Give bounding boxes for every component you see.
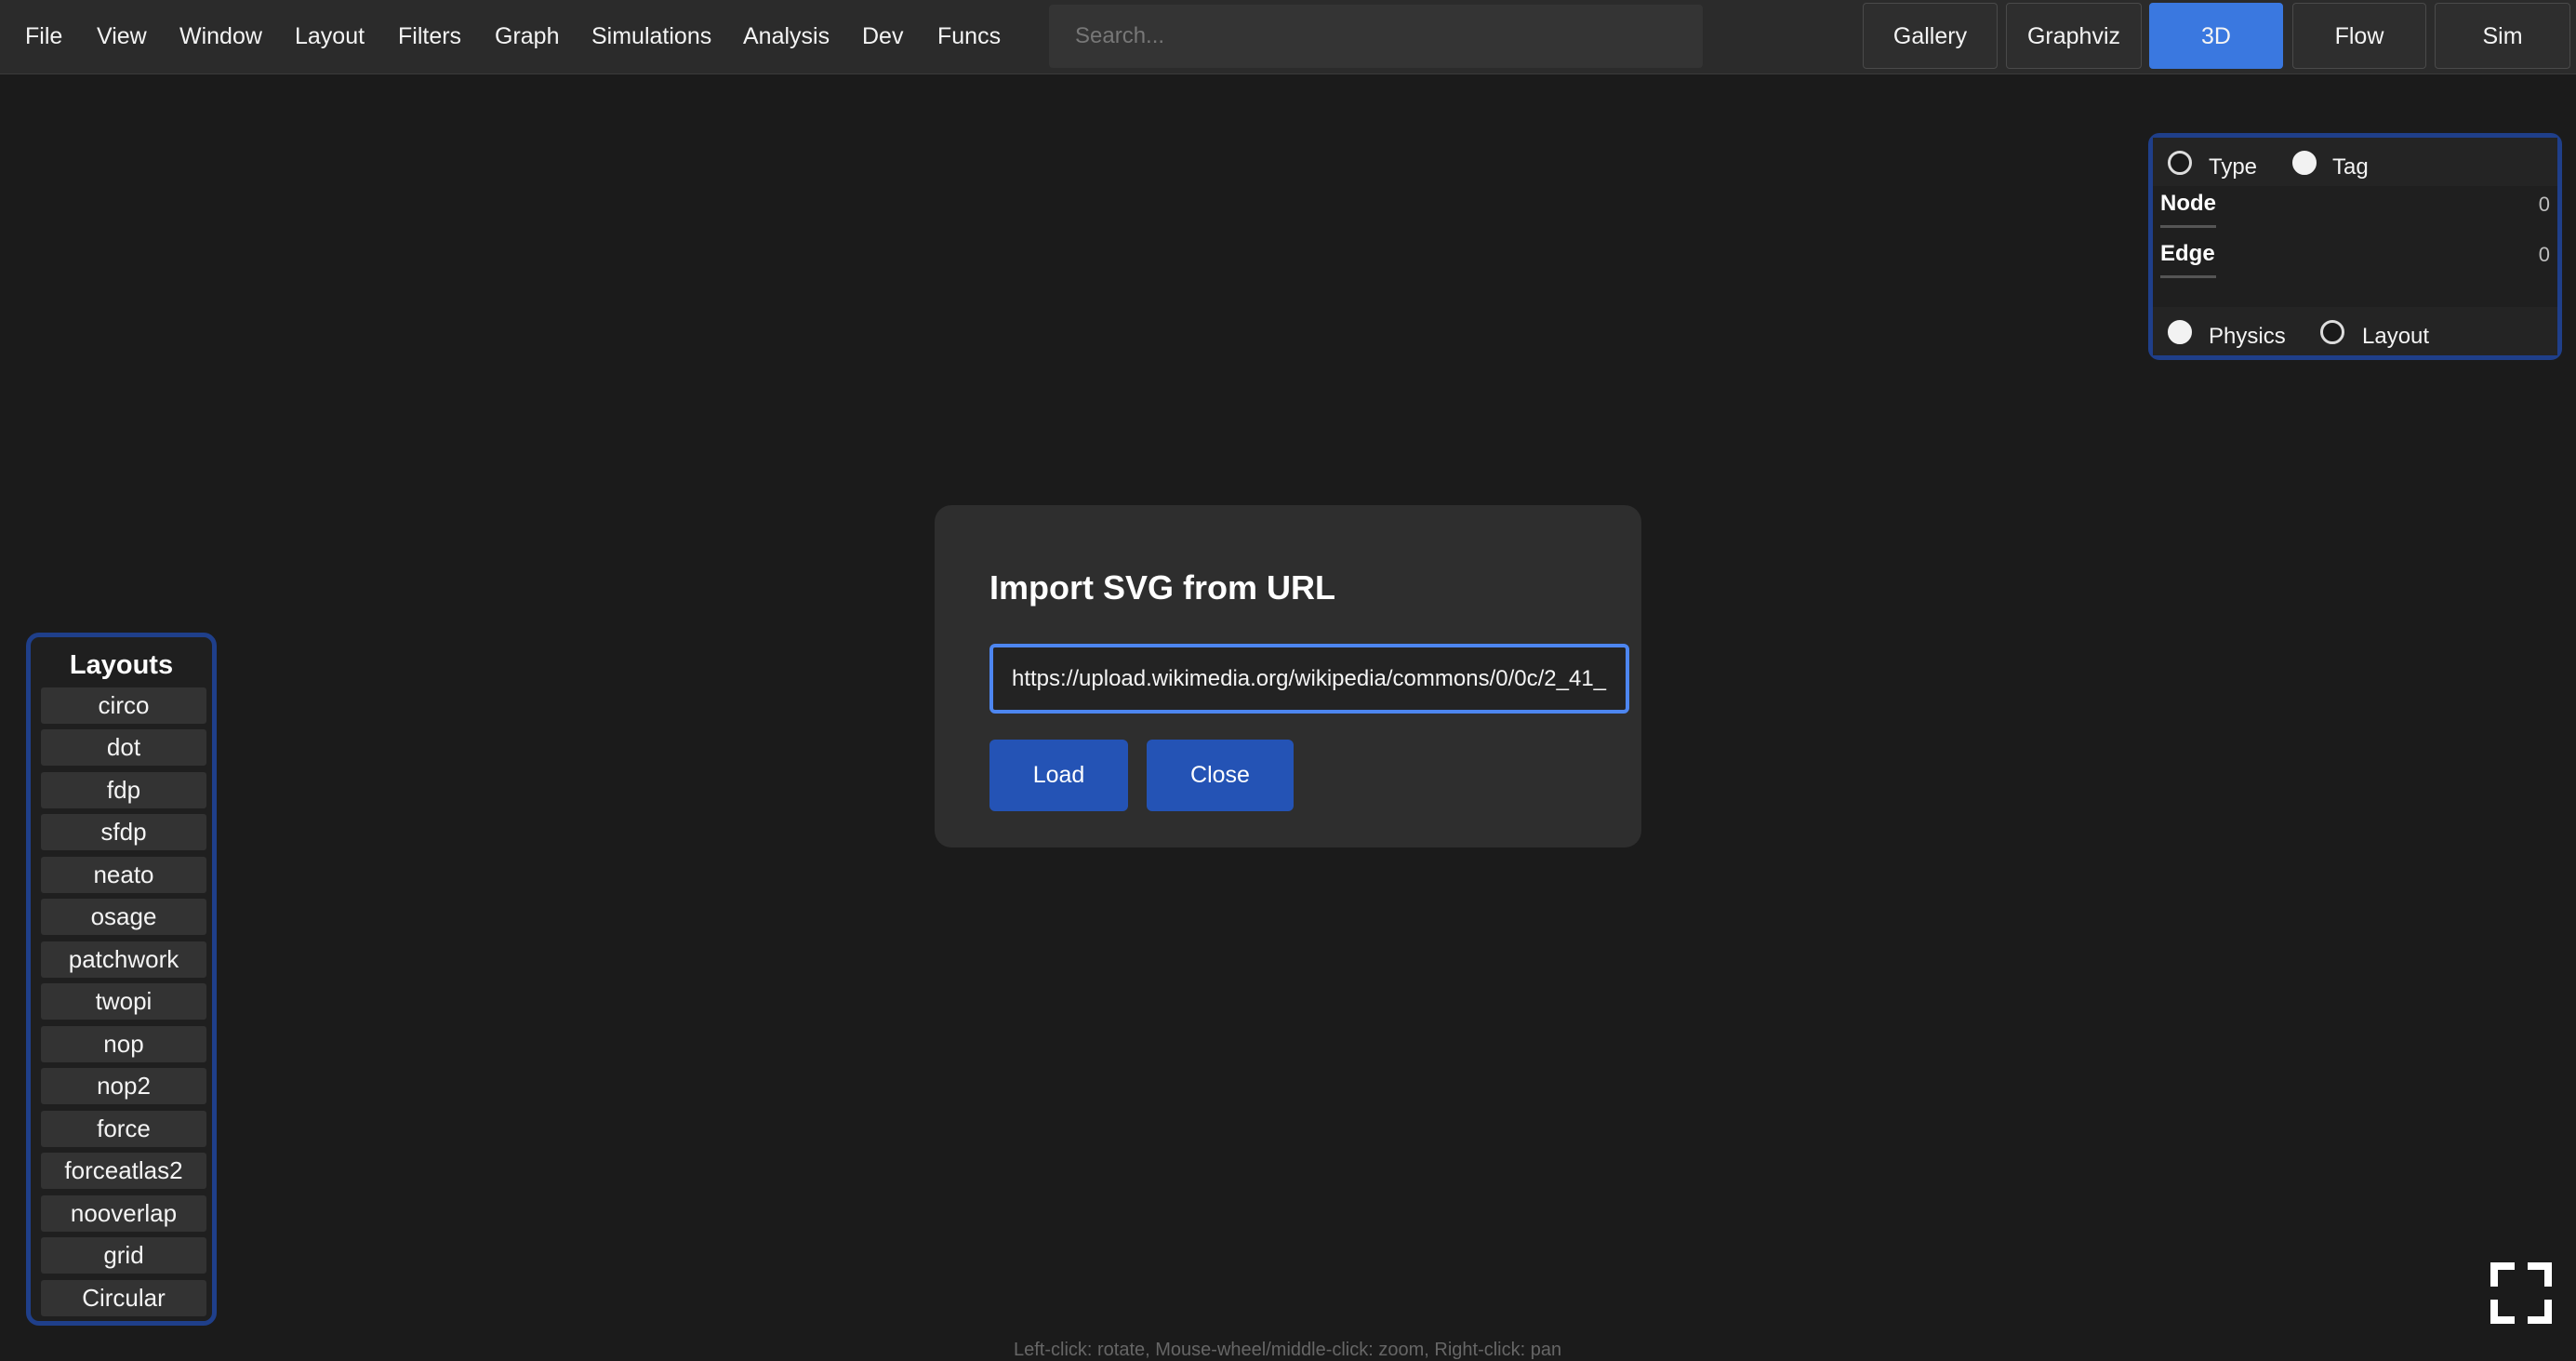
edge-divider xyxy=(2160,275,2216,278)
import-svg-dialog: Import SVG from URL Load Close xyxy=(935,505,1641,847)
node-divider xyxy=(2160,225,2216,228)
layouts-title: Layouts xyxy=(69,650,174,680)
physics-radio-label: Physics xyxy=(2209,324,2286,349)
layout-osage-button[interactable]: osage xyxy=(41,899,206,935)
layout-sfdp-button[interactable]: sfdp xyxy=(41,814,206,850)
edge-count: 0 xyxy=(2538,243,2550,266)
search-input[interactable] xyxy=(1049,5,1703,68)
dialog-title: Import SVG from URL xyxy=(989,568,1336,607)
menu-graph[interactable]: Graph xyxy=(495,0,559,73)
layout-nop-button[interactable]: nop xyxy=(41,1026,206,1062)
menu-funcs[interactable]: Funcs xyxy=(937,0,1001,73)
layout-neato-button[interactable]: neato xyxy=(41,857,206,893)
layout-circo-button[interactable]: circo xyxy=(41,687,206,724)
type-tag-toggle: Type Tag xyxy=(2153,138,2557,186)
layout-dot-button[interactable]: dot xyxy=(41,729,206,766)
node-count-row: Node 0 xyxy=(2158,184,2553,234)
layout-grid-button[interactable]: grid xyxy=(41,1237,206,1274)
layouts-panel: Layouts circo dot fdp sfdp neato osage p… xyxy=(26,633,217,1326)
layout-nooverlap-button[interactable]: nooverlap xyxy=(41,1195,206,1232)
tab-3d[interactable]: 3D xyxy=(2149,3,2283,69)
layout-force-button[interactable]: force xyxy=(41,1111,206,1147)
menu-dev[interactable]: Dev xyxy=(862,0,903,73)
menu-view[interactable]: View xyxy=(97,0,147,73)
tab-graphviz[interactable]: Graphviz xyxy=(2006,3,2142,69)
type-radio-label: Type xyxy=(2209,154,2258,180)
layout-forceatlas2-button[interactable]: forceatlas2 xyxy=(41,1153,206,1189)
load-button[interactable]: Load xyxy=(989,740,1128,811)
tag-radio-label: Tag xyxy=(2332,154,2369,180)
tab-gallery[interactable]: Gallery xyxy=(1863,3,1998,69)
node-label: Node xyxy=(2160,191,2216,216)
tag-radio[interactable] xyxy=(2292,151,2317,175)
edge-label: Edge xyxy=(2160,241,2215,266)
physics-radio[interactable] xyxy=(2168,320,2192,344)
layout-nop2-button[interactable]: nop2 xyxy=(41,1068,206,1104)
edge-count-row: Edge 0 xyxy=(2158,234,2553,285)
fullscreen-icon[interactable] xyxy=(2489,1261,2554,1326)
menu-filters[interactable]: Filters xyxy=(398,0,461,73)
layout-circular-button[interactable]: Circular xyxy=(41,1280,206,1316)
tab-sim[interactable]: Sim xyxy=(2435,3,2570,69)
menu-window[interactable]: Window xyxy=(179,0,262,73)
url-input[interactable] xyxy=(989,644,1629,714)
node-count: 0 xyxy=(2538,193,2550,216)
layout-fdp-button[interactable]: fdp xyxy=(41,772,206,808)
close-button[interactable]: Close xyxy=(1147,740,1294,811)
menu-layout[interactable]: Layout xyxy=(295,0,365,73)
navigation-hint: Left-click: rotate, Mouse-wheel/middle-c… xyxy=(1014,1340,1562,1360)
layout-twopi-button[interactable]: twopi xyxy=(41,983,206,1020)
layout-patchwork-button[interactable]: patchwork xyxy=(41,941,206,978)
menu-bar: File View Window Layout Filters Graph Si… xyxy=(0,0,2576,74)
menu-file[interactable]: File xyxy=(25,0,62,73)
layout-radio[interactable] xyxy=(2320,320,2344,344)
physics-layout-toggle: Physics Layout xyxy=(2153,307,2557,355)
menu-analysis[interactable]: Analysis xyxy=(743,0,830,73)
tab-flow[interactable]: Flow xyxy=(2292,3,2426,69)
layout-radio-label: Layout xyxy=(2362,324,2430,349)
graph-stats-panel: Type Tag Node 0 Edge 0 Physics Layout xyxy=(2148,133,2562,360)
menu-simulations[interactable]: Simulations xyxy=(591,0,711,73)
type-radio[interactable] xyxy=(2168,151,2192,175)
fullscreen-icon-glyph xyxy=(2490,1262,2552,1324)
